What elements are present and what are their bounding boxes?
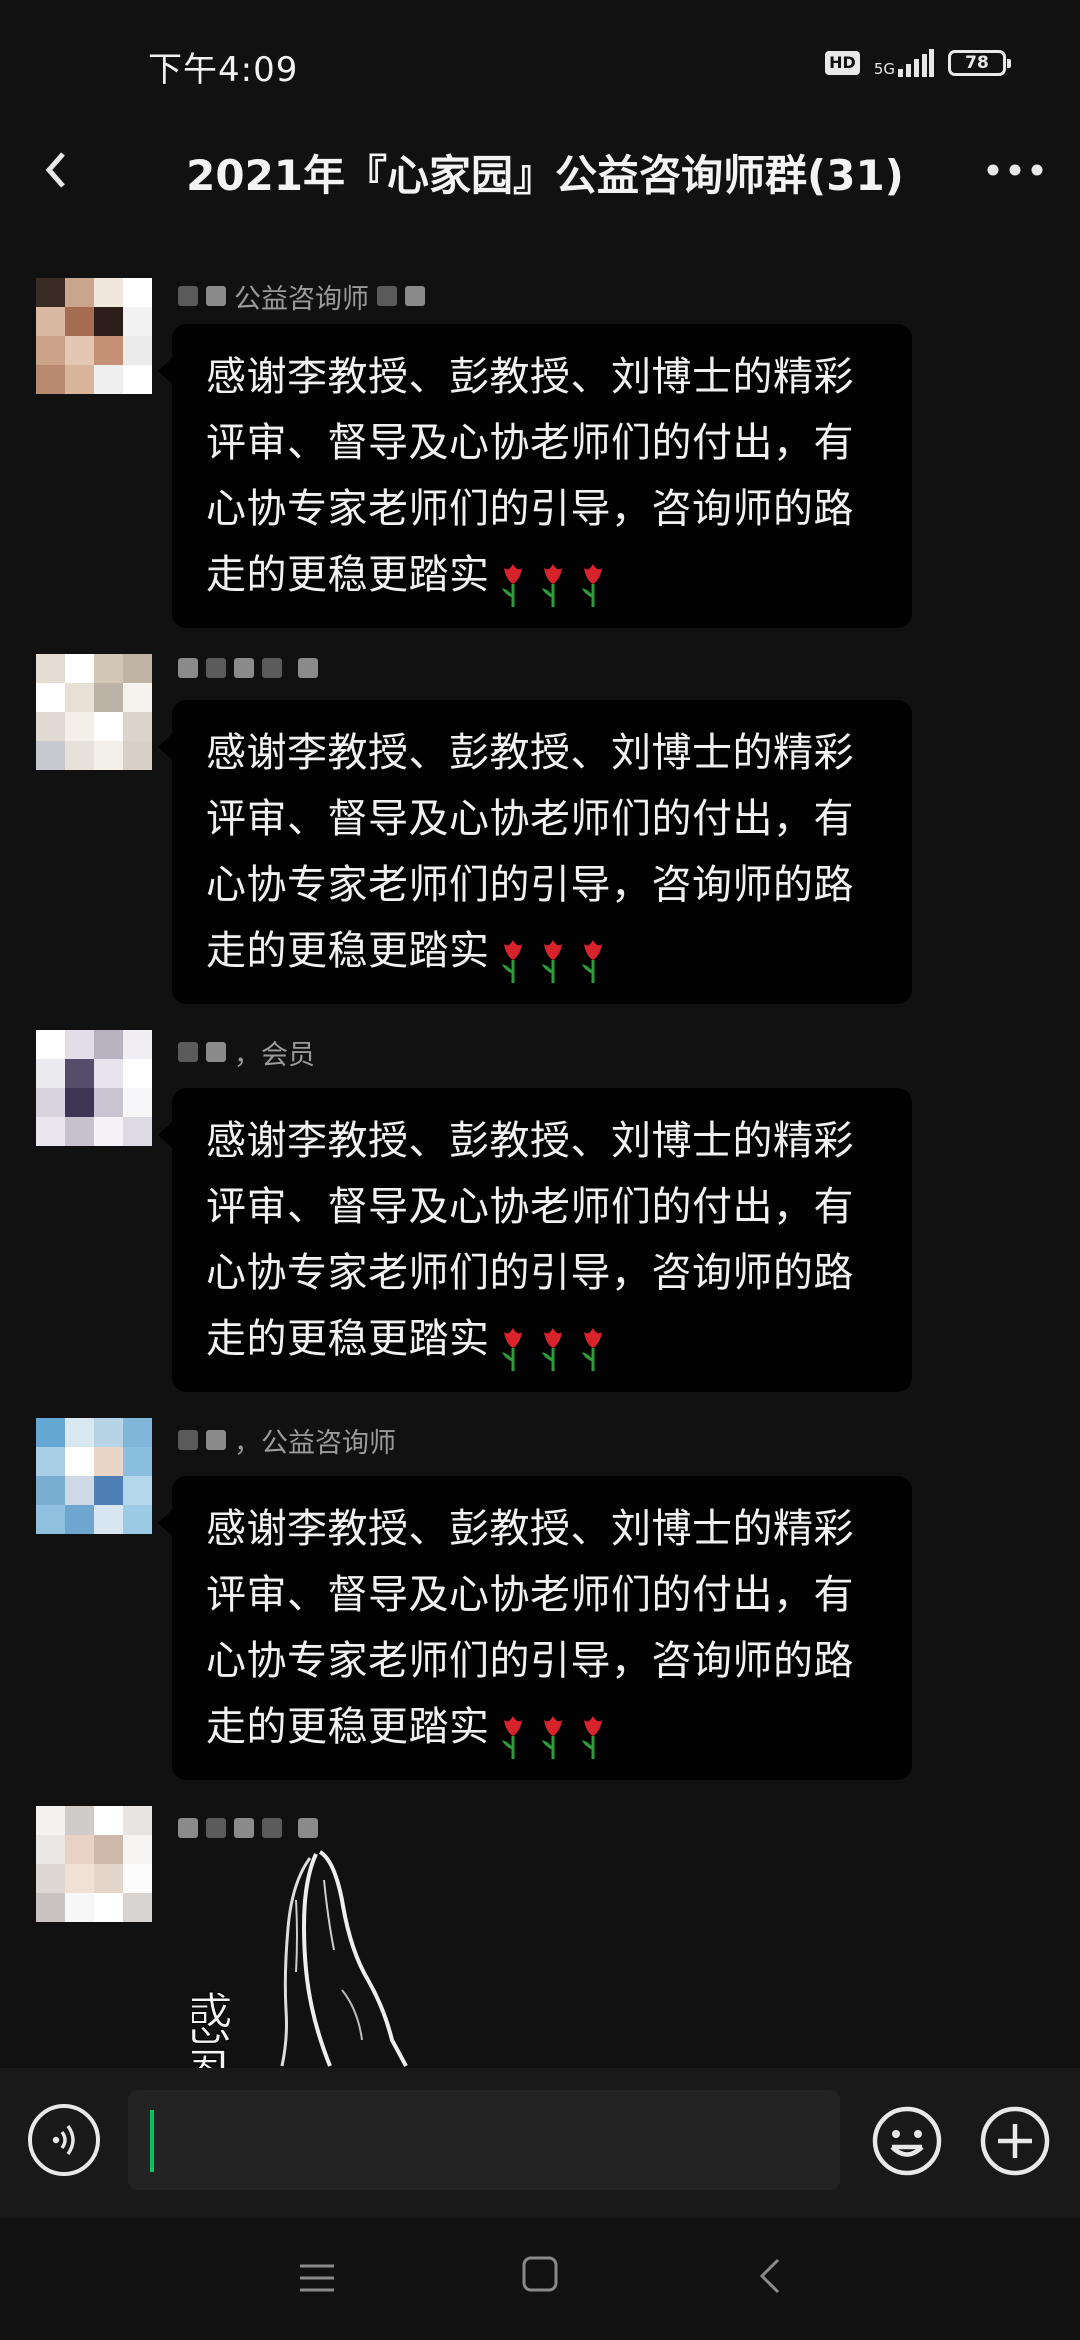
more-dots-icon bbox=[987, 164, 1043, 176]
page-title: 2021年『心家园』公益咨询师群(31) bbox=[186, 151, 904, 200]
status-icons: HD 5G 78 bbox=[825, 46, 1011, 80]
blurred-name bbox=[178, 1818, 198, 1838]
blurred-name bbox=[206, 286, 226, 306]
more-button[interactable] bbox=[980, 140, 1050, 200]
sticker-text: 感恩 bbox=[192, 1990, 233, 2070]
avatar[interactable] bbox=[36, 654, 152, 770]
signal-icon bbox=[898, 49, 934, 77]
back-button[interactable] bbox=[26, 140, 86, 200]
sender-name: 公益咨询师 bbox=[234, 283, 369, 315]
message-bubble[interactable]: 感谢李教授、彭教授、刘博士的精彩评审、督导及心协老师们的付出，有心协专家老师们的… bbox=[158, 1476, 912, 1780]
network-label: 5G bbox=[873, 60, 895, 78]
menu-icon bbox=[300, 2264, 334, 2292]
message-input-bar bbox=[0, 2068, 1080, 2218]
message-bubble[interactable]: 感谢李教授、彭教授、刘博士的精彩评审、督导及心协老师们的付出，有心协专家老师们的… bbox=[158, 700, 912, 1004]
chat-message: ，会员 感谢李教授、彭教授、刘博士的精彩评审、督导及心协老师们的付出，有心协专家… bbox=[0, 1030, 1080, 1392]
avatar[interactable] bbox=[36, 1030, 152, 1146]
message-bubble[interactable]: 感谢李教授、彭教授、刘博士的精彩评审、督导及心协老师们的付出，有心协专家老师们的… bbox=[158, 1088, 912, 1392]
sender-line: ，会员 bbox=[178, 1032, 315, 1072]
blurred-name bbox=[178, 658, 198, 678]
blurred-name bbox=[206, 1818, 226, 1838]
blurred-name bbox=[178, 1430, 198, 1450]
smiley-icon bbox=[872, 2106, 942, 2176]
chat-message: 感谢李教授、彭教授、刘博士的精彩评审、督导及心协老师们的付出，有心协专家老师们的… bbox=[0, 642, 1080, 1004]
nav-menu-button[interactable] bbox=[296, 2258, 338, 2298]
system-nav-bar bbox=[0, 2218, 1080, 2340]
sender-line: ，公益咨询师 bbox=[178, 1420, 396, 1460]
blurred-name bbox=[405, 286, 425, 306]
sender-line bbox=[178, 648, 318, 688]
tulip-icons bbox=[498, 560, 608, 608]
voice-button[interactable] bbox=[28, 2104, 100, 2176]
blurred-name bbox=[178, 1042, 198, 1062]
blurred-name bbox=[298, 658, 318, 678]
back-triangle-icon bbox=[759, 2258, 780, 2294]
tulip-icon bbox=[501, 939, 522, 983]
avatar[interactable] bbox=[36, 1418, 152, 1534]
chat-message: ，公益咨询师 感谢李教授、彭教授、刘博士的精彩评审、督导及心协老师们的付出，有心… bbox=[0, 1418, 1080, 1780]
network-indicator: 5G bbox=[874, 49, 934, 77]
chat-message: 公益咨询师 感谢李教授、彭教授、刘博士的精彩评审、督导及心协老师们的付出，有心协… bbox=[0, 254, 1080, 628]
blurred-name bbox=[262, 658, 282, 678]
home-square-icon bbox=[522, 2256, 558, 2292]
tulip-icons bbox=[498, 1712, 608, 1760]
praying-hands-sticker[interactable]: 感恩 bbox=[167, 1840, 422, 2103]
chevron-left-icon bbox=[45, 152, 65, 188]
plus-icon bbox=[980, 2106, 1050, 2176]
message-input[interactable] bbox=[128, 2090, 840, 2190]
nav-back-button[interactable] bbox=[752, 2254, 788, 2298]
blurred-name bbox=[234, 1818, 254, 1838]
tulip-icon bbox=[581, 563, 602, 607]
sender-name: ，公益咨询师 bbox=[234, 1427, 396, 1459]
tulip-icon bbox=[501, 1715, 522, 1759]
avatar[interactable] bbox=[36, 1806, 152, 1922]
emoji-button[interactable] bbox=[870, 2104, 944, 2178]
tulip-icon bbox=[541, 563, 562, 607]
tulip-icon bbox=[541, 1715, 562, 1759]
blurred-name bbox=[206, 1430, 226, 1450]
tulip-icon bbox=[501, 563, 522, 607]
hd-badge: HD bbox=[825, 51, 860, 75]
blurred-name bbox=[206, 1042, 226, 1062]
avatar[interactable] bbox=[36, 278, 152, 394]
blurred-name bbox=[206, 658, 226, 678]
blurred-name bbox=[377, 286, 397, 306]
tulip-icon bbox=[581, 939, 602, 983]
tulip-icon bbox=[501, 1327, 522, 1371]
chat-header: 2021年『心家园』公益咨询师群(31) bbox=[0, 120, 1080, 218]
tulip-icon bbox=[581, 1715, 602, 1759]
praying-hands-icon: 感恩 bbox=[167, 1850, 408, 2103]
chat-message-list[interactable]: 公益咨询师 感谢李教授、彭教授、刘博士的精彩评审、督导及心协老师们的付出，有心协… bbox=[0, 230, 1080, 2060]
nav-home-button[interactable] bbox=[520, 2254, 560, 2294]
blurred-name bbox=[298, 1818, 318, 1838]
battery-level: 78 bbox=[965, 53, 989, 73]
voice-icon bbox=[52, 2125, 75, 2155]
plus-button[interactable] bbox=[978, 2104, 1052, 2178]
tulip-icon bbox=[541, 1327, 562, 1371]
chat-screen: 下午4:09 HD 5G 78 2021年『心家园』公益咨询师群(31) 公益咨… bbox=[0, 0, 1080, 2340]
tulip-icons bbox=[498, 936, 608, 984]
text-caret bbox=[150, 2110, 154, 2172]
message-bubble[interactable]: 感谢李教授、彭教授、刘博士的精彩评审、督导及心协老师们的付出，有心协专家老师们的… bbox=[158, 324, 912, 628]
status-time: 下午4:09 bbox=[148, 50, 299, 90]
chat-message bbox=[0, 1806, 1080, 2066]
tulip-icon bbox=[541, 939, 562, 983]
blurred-name bbox=[234, 658, 254, 678]
sender-name: ，会员 bbox=[234, 1039, 315, 1071]
blurred-name bbox=[262, 1818, 282, 1838]
battery-icon: 78 bbox=[948, 50, 1011, 76]
tulip-icons bbox=[498, 1324, 608, 1372]
sender-line: 公益咨询师 bbox=[178, 276, 425, 316]
status-bar: 下午4:09 HD 5G 78 bbox=[0, 0, 1080, 120]
tulip-icon bbox=[581, 1327, 602, 1371]
blurred-name bbox=[178, 286, 198, 306]
